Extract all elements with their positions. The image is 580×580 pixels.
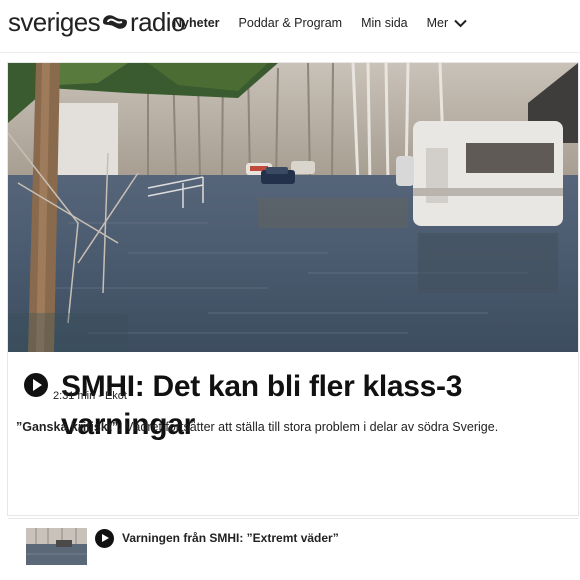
related-thumbnail-image [26, 528, 87, 565]
related-item[interactable]: Varningen från SMHI: ”Extremt väder” [8, 520, 578, 572]
header-divider [0, 52, 580, 53]
main-nav: Nyheter Poddar & Program Min sida Mer [173, 0, 486, 46]
related-divider [8, 518, 578, 519]
flood-photo [8, 63, 578, 352]
related-play-button[interactable] [95, 529, 114, 548]
site-header: sveriges radio Nyheter Poddar & Program … [0, 0, 580, 46]
article-card[interactable]: SMHI: Det kan bli fler klass-3 varningar [8, 63, 578, 515]
sveriges-radio-logo[interactable]: sveriges radio [8, 9, 185, 35]
nav-item-mer[interactable]: Mer [427, 16, 468, 30]
sr-logo-mark-icon [103, 15, 128, 29]
lede-text: Vädret fortsätter att ställa till stora … [121, 420, 499, 434]
related-thumbnail[interactable] [26, 528, 87, 565]
nav-item-poddar-program[interactable]: Poddar & Program [239, 16, 343, 30]
nav-more-label: Mer [426, 16, 449, 30]
logo-text-left: sveriges [8, 7, 101, 37]
article-meta: 2:31 min - Ekot [53, 390, 127, 402]
hero-image-flooded-street[interactable] [8, 63, 578, 352]
lede-quote: ”Ganska kritiskt”. [16, 420, 122, 434]
play-button[interactable] [24, 373, 48, 397]
article-lede: ”Ganska kritiskt”. Vädret fortsätter att… [16, 420, 561, 434]
chevron-down-icon [454, 19, 467, 27]
related-title[interactable]: Varningen från SMHI: ”Extremt väder” [122, 531, 339, 545]
nav-item-min-sida[interactable]: Min sida [361, 16, 408, 30]
nav-item-nyheter[interactable]: Nyheter [173, 16, 220, 30]
